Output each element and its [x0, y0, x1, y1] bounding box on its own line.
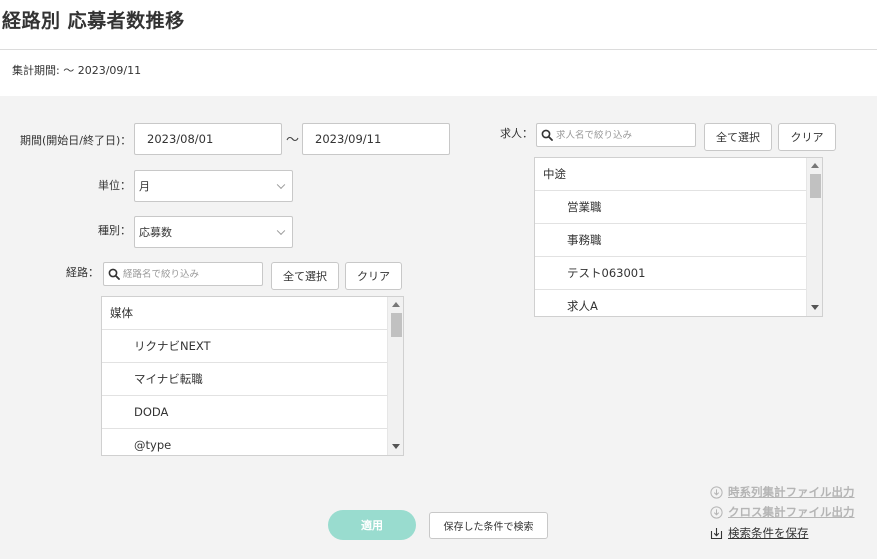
job-label: 求人： — [500, 127, 533, 140]
scroll-up-arrow-icon[interactable] — [392, 302, 400, 307]
job-select-all-button[interactable]: 全て選択 — [704, 123, 772, 151]
timeseries-export-label: 時系列集計ファイル出力 — [728, 485, 855, 499]
list-item-label: DODA — [134, 405, 169, 419]
job-search-input[interactable] — [556, 129, 695, 141]
save-conditions-link[interactable]: 検索条件を保存 — [710, 525, 809, 541]
list-item-label: @type — [134, 438, 172, 452]
list-item-label: テスト063001 — [567, 266, 646, 280]
page-title: 経路別 応募者数推移 — [2, 10, 185, 32]
unit-select-value: 月 — [139, 180, 150, 193]
route-list-item[interactable]: マイナビ転職 — [102, 363, 388, 396]
chevron-down-icon — [276, 226, 286, 236]
route-list-item[interactable]: リクナビNEXT — [102, 330, 388, 363]
search-icon — [541, 129, 553, 141]
download-circle-icon — [710, 505, 723, 519]
chevron-down-icon — [276, 180, 286, 190]
period-start-input[interactable]: 2023/08/01 — [134, 123, 282, 155]
route-label: 経路： — [66, 266, 99, 279]
route-clear-button[interactable]: クリア — [345, 262, 402, 290]
kind-label: 種別： — [98, 224, 131, 237]
cross-export-link[interactable]: クロス集計ファイル出力 — [710, 504, 855, 520]
job-list-scrollbar[interactable] — [806, 158, 822, 316]
scroll-down-arrow-icon[interactable] — [811, 305, 819, 310]
unit-select[interactable]: 月 — [134, 170, 293, 202]
period-summary: 集計期間: 〜 2023/09/11 — [12, 64, 142, 77]
list-item-label: 事務職 — [567, 233, 602, 247]
kind-select[interactable]: 応募数 — [134, 216, 293, 248]
kind-select-value: 応募数 — [139, 226, 172, 239]
search-saved-conditions-button[interactable]: 保存した条件で検索 — [429, 512, 548, 539]
list-item-label: 営業職 — [567, 200, 602, 214]
timeseries-export-link[interactable]: 時系列集計ファイル出力 — [710, 484, 855, 500]
list-item-label: 中途 — [543, 167, 566, 181]
job-list-item[interactable]: 事務職 — [535, 224, 807, 257]
job-list-item[interactable]: 営業職 — [535, 191, 807, 224]
route-list-item[interactable]: DODA — [102, 396, 388, 429]
job-search-box[interactable] — [536, 123, 696, 147]
search-icon — [108, 268, 120, 280]
unit-label: 単位： — [98, 179, 131, 192]
save-download-icon — [710, 527, 723, 539]
period-end-input[interactable]: 2023/09/11 — [302, 123, 450, 155]
cross-export-label: クロス集計ファイル出力 — [728, 505, 855, 519]
route-search-box[interactable] — [103, 262, 263, 286]
route-list-scrollbar[interactable] — [387, 297, 403, 455]
list-item-label: 求人A — [567, 299, 598, 313]
period-label: 期間(開始日/終了日)： — [20, 134, 132, 147]
route-list-group[interactable]: 媒体 — [102, 297, 388, 330]
list-item-label: 媒体 — [110, 306, 133, 320]
job-clear-button[interactable]: クリア — [778, 123, 836, 151]
download-circle-icon — [710, 485, 723, 499]
period-separator: 〜 — [286, 133, 300, 148]
scroll-thumb[interactable] — [391, 313, 402, 337]
save-conditions-label: 検索条件を保存 — [728, 526, 809, 540]
job-list-group[interactable]: 中途 — [535, 158, 807, 191]
scroll-up-arrow-icon[interactable] — [811, 163, 819, 168]
list-item-label: リクナビNEXT — [134, 339, 211, 353]
route-select-all-button[interactable]: 全て選択 — [271, 262, 339, 290]
job-list-item[interactable]: 求人A — [535, 290, 807, 316]
title-divider — [0, 49, 877, 50]
route-list-item[interactable]: @type — [102, 429, 388, 455]
apply-button[interactable]: 適用 — [328, 510, 416, 540]
job-list-item[interactable]: テスト063001 — [535, 257, 807, 290]
scroll-thumb[interactable] — [810, 174, 821, 198]
list-item-label: マイナビ転職 — [134, 372, 203, 386]
scroll-down-arrow-icon[interactable] — [392, 444, 400, 449]
route-list[interactable]: 媒体 リクナビNEXT マイナビ転職 DODA @type — [101, 296, 404, 456]
job-list[interactable]: 中途 営業職 事務職 テスト063001 求人A — [534, 157, 823, 317]
route-search-input[interactable] — [123, 268, 262, 280]
